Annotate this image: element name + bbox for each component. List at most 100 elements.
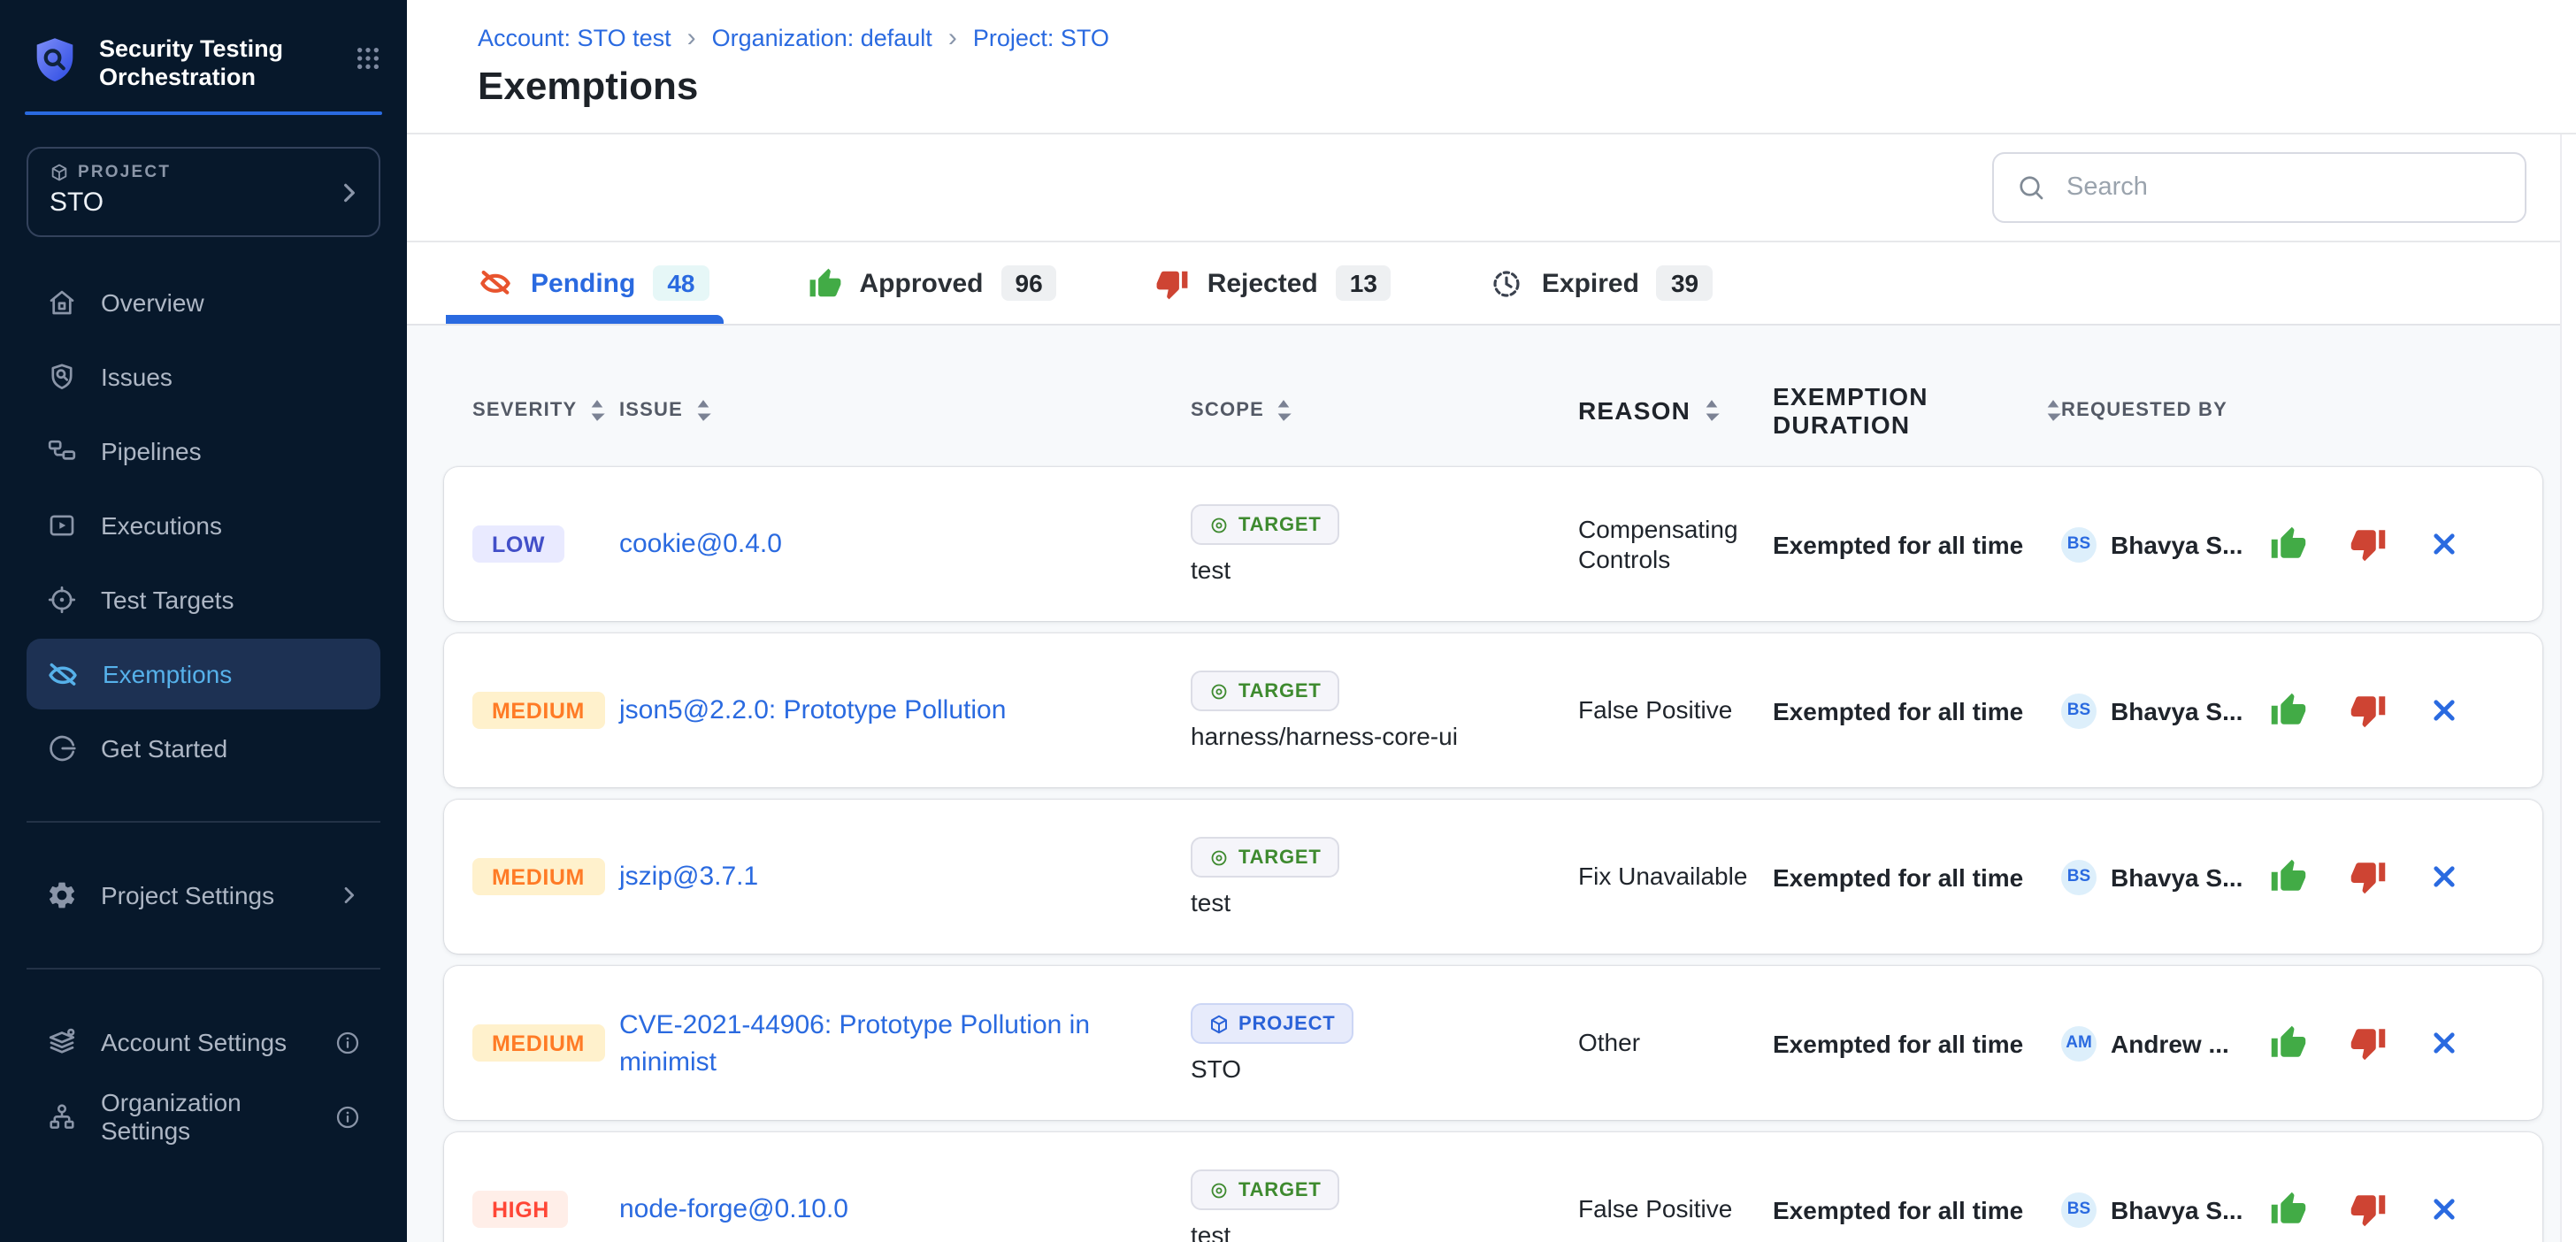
eye-slash-icon xyxy=(46,657,80,691)
column-header-scope[interactable]: SCOPE xyxy=(1191,382,1578,439)
thumbs-down-icon xyxy=(2350,858,2387,895)
scope-name: test xyxy=(1191,556,1578,584)
exemption-status-tabs: Pending 48 Approved 96 Rejected xyxy=(407,242,2576,326)
issue-link[interactable]: cookie@0.4.0 xyxy=(619,525,782,563)
scrollbar-track[interactable] xyxy=(2560,134,2576,1242)
thumbs-up-icon xyxy=(2270,1191,2307,1228)
reject-button[interactable] xyxy=(2350,1191,2387,1228)
avatar: BS xyxy=(2061,526,2097,562)
approve-button[interactable] xyxy=(2270,525,2307,563)
tab-count-badge: 39 xyxy=(1657,265,1713,301)
reject-button[interactable] xyxy=(2350,858,2387,895)
approve-button[interactable] xyxy=(2270,858,2307,895)
avatar: BS xyxy=(2061,1192,2097,1227)
reject-button[interactable] xyxy=(2350,1024,2387,1062)
search-box xyxy=(1992,152,2526,223)
logo-accent-divider xyxy=(25,111,382,115)
thumbs-up-icon xyxy=(2270,525,2307,563)
target-scope-icon xyxy=(1208,847,1230,868)
breadcrumb-account[interactable]: Account: STO test xyxy=(478,25,671,51)
table-row[interactable]: LOW cookie@0.4.0 TARGET test Compensatin… xyxy=(444,467,2542,621)
tab-approved[interactable]: Approved 96 xyxy=(809,242,1057,324)
column-header-severity[interactable]: SEVERITY xyxy=(472,398,619,423)
avatar: AM xyxy=(2061,1025,2097,1061)
table-header: SEVERITY ISSUE SCOPE REASON EXEMPTION DU… xyxy=(444,326,2542,467)
sidebar-item-exemptions[interactable]: Exemptions xyxy=(27,639,380,709)
scope-badge: TARGET xyxy=(1191,837,1339,878)
sidebar-item-issues[interactable]: Issues xyxy=(27,341,380,412)
play-box-icon xyxy=(46,510,78,541)
tab-expired[interactable]: Expired 39 xyxy=(1491,242,1713,324)
sidebar-item-pipelines[interactable]: Pipelines xyxy=(27,416,380,487)
expired-clock-icon xyxy=(1491,266,1524,300)
avatar: BS xyxy=(2061,693,2097,728)
thumbs-down-icon xyxy=(1156,266,1190,300)
column-header-requested-by[interactable]: REQUESTED BY xyxy=(2061,400,2266,421)
exemption-duration: Exempted for all time xyxy=(1773,530,2061,558)
tab-pending[interactable]: Pending 48 xyxy=(478,242,709,324)
sidebar-item-test-targets[interactable]: Test Targets xyxy=(27,564,380,635)
sort-icon xyxy=(695,398,711,423)
approve-button[interactable] xyxy=(2270,1191,2307,1228)
sort-icon xyxy=(1275,398,1291,423)
info-icon[interactable] xyxy=(334,1103,361,1130)
approve-button[interactable] xyxy=(2270,1024,2307,1062)
sort-icon xyxy=(2045,398,2061,423)
get-started-icon xyxy=(46,732,78,764)
sidebar-item-executions[interactable]: Executions xyxy=(27,490,380,561)
app-switcher-grid-icon[interactable] xyxy=(354,44,382,73)
shield-logo-icon xyxy=(32,35,78,88)
sort-icon xyxy=(1703,398,1719,423)
cancel-button[interactable] xyxy=(2429,1028,2459,1058)
severity-badge: MEDIUM xyxy=(472,858,604,895)
thumbs-up-icon xyxy=(2270,858,2307,895)
breadcrumb-separator-icon: › xyxy=(687,27,696,50)
cancel-button[interactable] xyxy=(2429,1194,2459,1224)
issue-link[interactable]: CVE-2021-44906: Prototype Pollution in m… xyxy=(619,1006,1155,1080)
cancel-button[interactable] xyxy=(2429,862,2459,892)
sidebar-item-account-settings[interactable]: Account Settings xyxy=(27,1007,380,1077)
target-scope-icon xyxy=(1208,680,1230,702)
thumbs-up-icon xyxy=(2270,692,2307,729)
cancel-button[interactable] xyxy=(2429,529,2459,559)
reason: Other xyxy=(1578,1028,1773,1058)
issue-link[interactable]: json5@2.2.0: Prototype Pollution xyxy=(619,692,1006,729)
scope-name: test xyxy=(1191,1221,1578,1242)
reject-button[interactable] xyxy=(2350,692,2387,729)
info-icon[interactable] xyxy=(334,1029,361,1055)
column-header-issue[interactable]: ISSUE xyxy=(619,398,1191,423)
sidebar-item-organization-settings[interactable]: Organization Settings xyxy=(27,1081,380,1152)
table-row[interactable]: MEDIUM jszip@3.7.1 TARGET test Fix Unava… xyxy=(444,800,2542,954)
sidebar-item-overview[interactable]: Overview xyxy=(27,267,380,338)
table-row[interactable]: MEDIUM CVE-2021-44906: Prototype Polluti… xyxy=(444,966,2542,1120)
thumbs-down-icon xyxy=(2350,692,2387,729)
breadcrumb-organization[interactable]: Organization: default xyxy=(712,25,932,51)
thumbs-up-icon xyxy=(809,266,842,300)
tab-count-badge: 48 xyxy=(653,265,709,301)
column-header-reason[interactable]: REASON xyxy=(1578,395,1773,426)
tab-rejected[interactable]: Rejected 13 xyxy=(1156,242,1392,324)
project-cube-icon xyxy=(1208,1013,1230,1034)
exemptions-table: SEVERITY ISSUE SCOPE REASON EXEMPTION DU… xyxy=(407,326,2576,1242)
chevron-right-icon xyxy=(334,178,363,206)
breadcrumb: Account: STO test › Organization: defaul… xyxy=(478,25,2528,51)
x-icon xyxy=(2429,695,2459,725)
issue-link[interactable]: jszip@3.7.1 xyxy=(619,858,758,895)
issue-link[interactable]: node-forge@0.10.0 xyxy=(619,1191,848,1228)
table-row[interactable]: MEDIUM json5@2.2.0: Prototype Pollution … xyxy=(444,633,2542,787)
table-row[interactable]: HIGH node-forge@0.10.0 TARGET test False… xyxy=(444,1132,2542,1242)
exemption-duration: Exempted for all time xyxy=(1773,862,2061,891)
breadcrumb-project[interactable]: Project: STO xyxy=(973,25,1109,51)
sidebar-item-get-started[interactable]: Get Started xyxy=(27,713,380,784)
project-selector[interactable]: PROJECT STO xyxy=(27,147,380,237)
reject-button[interactable] xyxy=(2350,525,2387,563)
sidebar-item-project-settings[interactable]: Project Settings xyxy=(27,860,380,931)
approve-button[interactable] xyxy=(2270,692,2307,729)
tab-count-badge: 13 xyxy=(1336,265,1392,301)
cancel-button[interactable] xyxy=(2429,695,2459,725)
sidebar-divider xyxy=(27,968,380,970)
column-header-exemption-duration[interactable]: EXEMPTION DURATION xyxy=(1773,382,2061,439)
requested-by-name: Andrew ... xyxy=(2111,1029,2229,1057)
search-input[interactable] xyxy=(2063,172,2503,203)
scope-name: STO xyxy=(1191,1054,1578,1083)
